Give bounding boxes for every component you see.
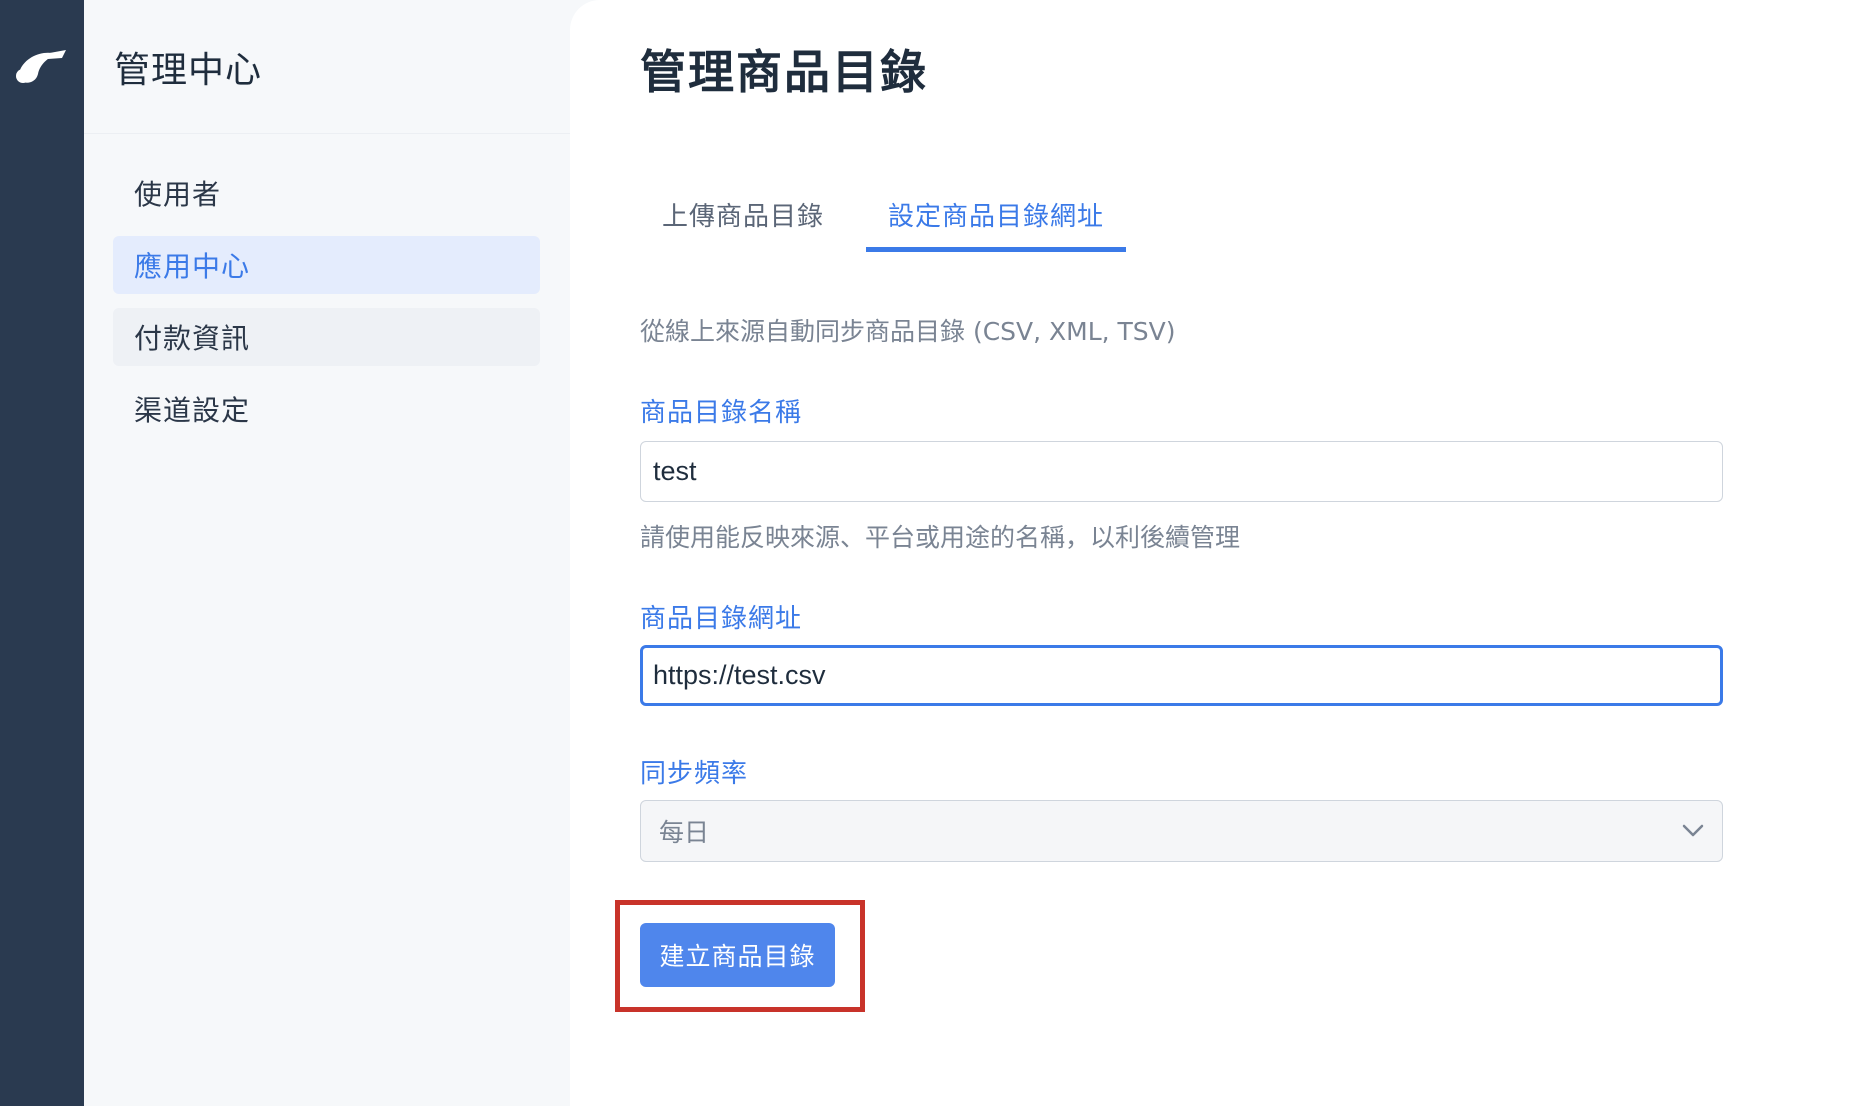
catalog-name-hint: 請使用能反映來源、平台或用途的名稱，以利後續管理 xyxy=(640,523,1241,552)
sync-frequency-label: 同步頻率 xyxy=(640,759,749,789)
sidebar-item-users[interactable]: 使用者 xyxy=(113,164,540,222)
icon-rail xyxy=(0,0,84,1106)
sidebar-item-label: 渠道設定 xyxy=(134,394,251,427)
sidebar-item-label: 使用者 xyxy=(134,178,222,211)
page-title: 管理商品目錄 xyxy=(640,45,928,99)
form-description: 從線上來源自動同步商品目錄 (CSV, XML, TSV) xyxy=(640,317,1176,346)
sidebar-header: 管理中心 xyxy=(84,0,576,134)
brand-logo-icon[interactable] xyxy=(14,46,68,86)
sidebar-title: 管理中心 xyxy=(114,49,263,91)
sidebar-item-channel-settings[interactable]: 渠道設定 xyxy=(113,380,540,438)
sync-frequency-value: 每日 xyxy=(659,818,710,847)
main-content: 管理商品目錄 上傳商品目錄 設定商品目錄網址 從線上來源自動同步商品目錄 (CS… xyxy=(570,0,1860,1106)
app-root: 管理中心 使用者 應用中心 付款資訊 渠道設定 管理商品目錄 上傳商品目錄 設定… xyxy=(0,0,1860,1106)
sidebar-nav: 使用者 應用中心 付款資訊 渠道設定 xyxy=(84,134,576,438)
sidebar-item-billing[interactable]: 付款資訊 xyxy=(113,308,540,366)
sidebar-item-app-center[interactable]: 應用中心 xyxy=(113,236,540,294)
catalog-url-label: 商品目錄網址 xyxy=(640,604,803,634)
tab-upload-catalog[interactable]: 上傳商品目錄 xyxy=(640,196,846,252)
sidebar: 管理中心 使用者 應用中心 付款資訊 渠道設定 xyxy=(84,0,576,1106)
sidebar-item-label: 應用中心 xyxy=(134,250,251,283)
sidebar-item-label: 付款資訊 xyxy=(134,322,251,355)
chevron-down-icon xyxy=(1682,824,1704,837)
tab-catalog-url[interactable]: 設定商品目錄網址 xyxy=(866,196,1127,252)
create-catalog-button[interactable]: 建立商品目錄 xyxy=(640,923,835,987)
tab-bar: 上傳商品目錄 設定商品目錄網址 xyxy=(640,196,1146,252)
sync-frequency-select[interactable]: 每日 xyxy=(640,800,1723,862)
catalog-name-label: 商品目錄名稱 xyxy=(640,398,803,428)
catalog-url-input[interactable] xyxy=(640,645,1723,706)
catalog-name-input[interactable] xyxy=(640,441,1723,502)
